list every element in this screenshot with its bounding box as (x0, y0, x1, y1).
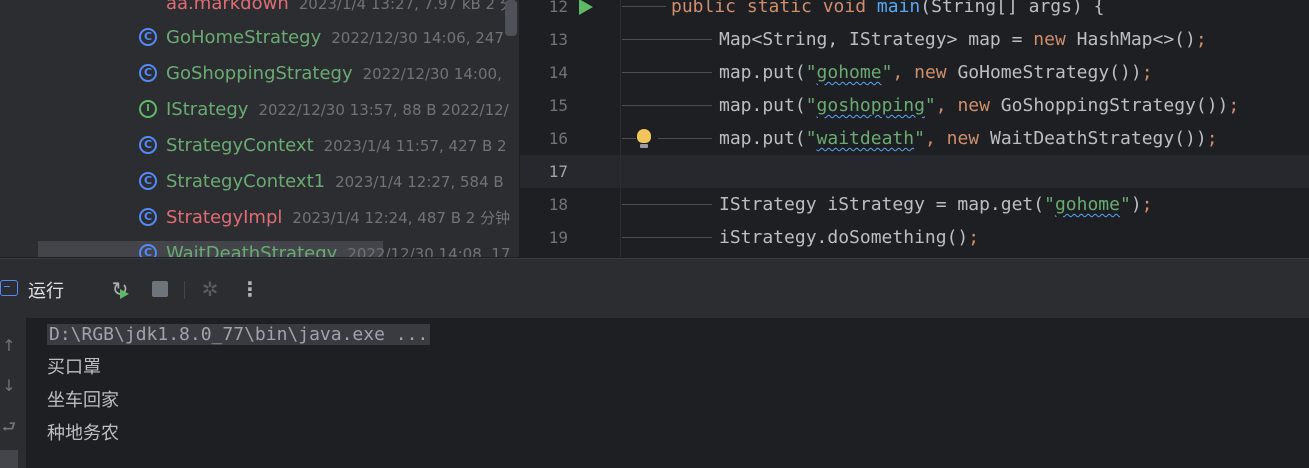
class-icon: C (139, 172, 157, 190)
line-number: 12 (548, 0, 568, 16)
code-text: Map<String, IStrategy> map = new HashMap… (719, 29, 1207, 50)
tree-item-label: IStrategy 2022/12/30 13:57, 88 B 2022/12/ (166, 99, 509, 120)
indent-guide (622, 6, 666, 7)
bug-icon: ✲ (201, 277, 219, 301)
indent-guide (622, 237, 712, 238)
indent-guide (658, 138, 712, 139)
indent-guide (622, 204, 712, 205)
class-icon: C (139, 136, 157, 154)
line-number: 16 (548, 129, 568, 148)
run-gutter-icon[interactable] (579, 0, 593, 15)
play-icon (120, 289, 129, 299)
interface-icon: I (139, 100, 157, 118)
class-icon: C (139, 244, 157, 257)
console-command-line: D:\RGB\jdk1.8.0_77\bin\java.exe ... (47, 324, 431, 345)
scroll-to-end-icon[interactable] (0, 450, 18, 468)
class-icon: C (139, 64, 157, 82)
code-text: iStrategy.doSomething(); (719, 227, 980, 248)
tree-item-label: StrategyContext 2023/1/4 11:57, 427 B 2 (166, 135, 507, 156)
more-options-button[interactable]: ⋮ (236, 275, 264, 303)
tree-item-strategyimpl[interactable]: C StrategyImpl 2023/1/4 12:24, 487 B 2 分钟 (0, 200, 519, 236)
tree-item-label: StrategyContext1 2023/1/4 12:27, 584 B (166, 171, 504, 192)
indent-guide (622, 39, 712, 40)
tree-item-goshoppingstrategy[interactable]: C GoShoppingStrategy 2022/12/30 14:00, (0, 56, 519, 92)
tree-item-label: GoHomeStrategy 2022/12/30 14:06, 247 (166, 27, 504, 48)
code-editor[interactable]: 12 public static void main(String[] args… (520, 0, 1309, 257)
stop-button[interactable] (146, 275, 174, 303)
line-number: 13 (548, 30, 568, 49)
tree-item-strategycontext1[interactable]: C StrategyContext1 2023/1/4 12:27, 584 B (0, 164, 519, 200)
line-number: 15 (548, 96, 568, 115)
line-number: 19 (548, 228, 568, 247)
indent-guide (622, 72, 712, 73)
class-icon: C (139, 28, 157, 46)
code-line[interactable]: 16 map.put("waitdeath", new WaitDeathStr… (520, 122, 1309, 155)
tree-item-waitdeathstrategy[interactable]: C WaitDeathStrategy 2022/12/30 14:08, 17 (0, 236, 519, 257)
console-output-line: 坐车回家 (47, 390, 119, 411)
code-text: IStrategy iStrategy = map.get("gohome"); (719, 194, 1153, 215)
tree-item-label: StrategyImpl 2023/1/4 12:24, 487 B 2 分钟 (166, 207, 511, 228)
code-text: map.put("goshopping", new GoShoppingStra… (719, 95, 1240, 116)
arrow-up-icon[interactable]: ↑ (0, 336, 18, 355)
tree-item-label: WaitDeathStrategy 2022/12/30 14:08, 17 (166, 243, 511, 257)
toolbar-divider (184, 281, 185, 299)
lightbulb-icon[interactable] (637, 129, 651, 148)
code-line[interactable]: 19 iStrategy.doSomething(); (520, 221, 1309, 254)
code-line[interactable]: 15 map.put("goshopping", new GoShoppingS… (520, 89, 1309, 122)
indent-guide (622, 105, 712, 106)
run-tab-title[interactable]: 运行 (28, 277, 64, 303)
code-line-current[interactable]: 17 (520, 155, 1309, 188)
code-line[interactable]: 14 map.put("gohome", new GoHomeStrategy(… (520, 56, 1309, 89)
line-number: 14 (548, 63, 568, 82)
code-text: public static void main(String[] args) { (671, 0, 1105, 17)
stop-icon (152, 281, 168, 297)
arrow-down-icon[interactable]: ↓ (0, 376, 18, 395)
class-icon: C (139, 208, 157, 226)
code-line[interactable]: 18 IStrategy iStrategy = map.get("gohome… (520, 188, 1309, 221)
tree-item-strategycontext[interactable]: C StrategyContext 2023/1/4 11:57, 427 B 2 (0, 128, 519, 164)
code-text: map.put("gohome", new GoHomeStrategy()); (719, 62, 1153, 83)
gutter-separator (620, 0, 621, 257)
console-side-toolbar: ↑ ↓ ⮐ (0, 318, 26, 468)
console-icon (0, 280, 18, 296)
rerun-button[interactable]: ↻ (106, 275, 134, 303)
tree-item-gohomestrategy[interactable]: C GoHomeStrategy 2022/12/30 14:06, 247 (0, 20, 519, 56)
tree-item-aa-markdown[interactable]: MD aa.markdown2023/1/4 13:27, 7.97 kB 2 … (0, 0, 519, 22)
line-number: 17 (548, 162, 568, 181)
code-text: map.put("waitdeath", new WaitDeathStrate… (719, 128, 1218, 149)
tree-scrollbar[interactable] (505, 0, 517, 36)
console-output[interactable]: ↑ ↓ ⮐ D:\RGB\jdk1.8.0_77\bin\java.exe ..… (0, 318, 1309, 468)
project-tree: MD aa.markdown2023/1/4 13:27, 7.97 kB 2 … (0, 0, 519, 257)
code-line[interactable]: 12 public static void main(String[] args… (520, 0, 1309, 23)
console-output-line: 种地务农 (47, 423, 119, 444)
soft-wrap-icon[interactable]: ⮐ (0, 416, 18, 443)
tree-item-label: aa.markdown 2023/1/4 13:27, 7.97 kB 2 分 (166, 0, 515, 14)
tree-item-istrategy[interactable]: I IStrategy 2022/12/30 13:57, 88 B 2022/1… (0, 92, 519, 128)
tree-item-label: GoShoppingStrategy 2022/12/30 14:00, (166, 63, 502, 84)
indent-guide (622, 138, 636, 139)
run-toolbar: 运行 ↻ ✲ ⋮ (0, 258, 1309, 319)
line-number: 18 (548, 195, 568, 214)
code-line[interactable]: 13 Map<String, IStrategy> map = new Hash… (520, 23, 1309, 56)
console-output-line: 买口罩 (47, 357, 101, 378)
debug-button[interactable]: ✲ (196, 275, 224, 303)
